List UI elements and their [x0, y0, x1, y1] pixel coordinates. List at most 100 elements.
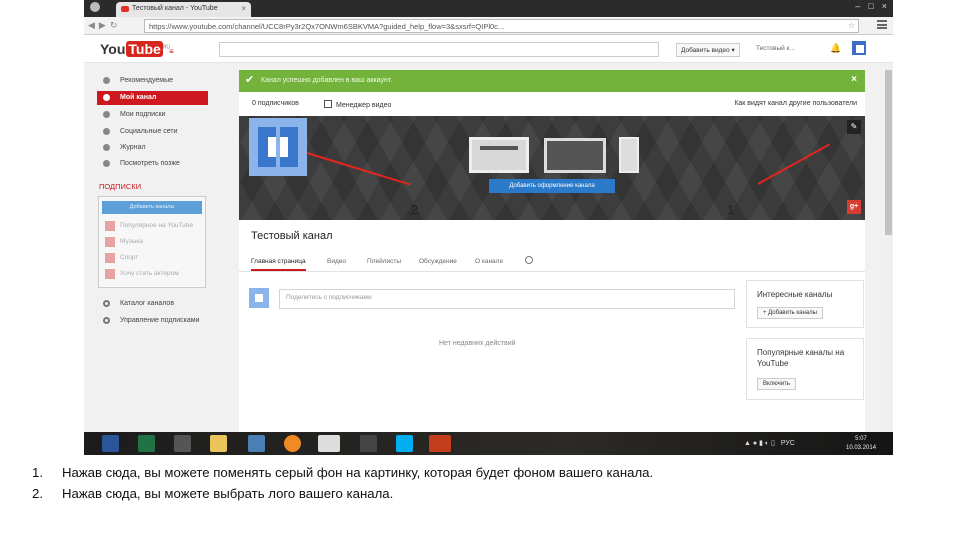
annotation-number-1: 1 — [727, 202, 735, 217]
profile-icon[interactable] — [90, 2, 100, 12]
caption-text: Нажав сюда, вы можете поменять серый фон… — [62, 465, 654, 480]
add-featured-channels-button[interactable]: + Добавить каналы — [757, 307, 823, 319]
tray-up-icon[interactable]: ▲ — [744, 440, 751, 447]
minimize-button[interactable]: – — [855, 1, 860, 11]
annotation-arrow-2 — [306, 152, 411, 186]
address-toolbar: ◀▶↻ https://www.youtube.com/channel/UCC8… — [84, 17, 893, 35]
system-tray: ▲ ● ▮ ◐ ▯ РУС — [744, 439, 795, 447]
recommended-item[interactable]: Музыка — [105, 235, 205, 249]
tab-discussion[interactable]: Обсуждение — [419, 258, 457, 265]
recommended-item[interactable]: Хочу стать актером — [105, 267, 205, 281]
caption-item: 2. Нажав сюда, вы можете выбрать лого ва… — [32, 483, 932, 504]
recommended-item[interactable]: Популярное на YouTube — [105, 219, 205, 233]
channel-thumb-icon — [105, 221, 115, 231]
view-as-link[interactable]: Как видят канал другие пользователи — [734, 100, 857, 107]
add-channels-button[interactable]: Добавить каналы — [102, 201, 202, 214]
channel-logo[interactable] — [249, 118, 307, 176]
page-scrollbar[interactable] — [884, 64, 893, 432]
skype-icon[interactable] — [396, 435, 413, 452]
search-input[interactable] — [219, 42, 659, 57]
channel-search-icon[interactable] — [525, 256, 533, 264]
address-input[interactable]: https://www.youtube.com/channel/UCC8rPy3… — [144, 19, 859, 33]
youtube-favicon-icon — [121, 6, 129, 12]
manage-icon — [103, 317, 110, 324]
subscriber-count[interactable]: 0 подписчиков — [252, 100, 299, 107]
guide-item-catalog[interactable]: Каталог каналов — [97, 297, 208, 311]
guide-menu-button[interactable]: ≡ — [169, 47, 174, 56]
browser-tab[interactable]: Тестовый канал - YouTube × — [116, 2, 251, 17]
network-icon[interactable] — [248, 435, 265, 452]
powerpoint-icon[interactable] — [429, 435, 451, 452]
recommended-item[interactable]: Спорт — [105, 251, 205, 265]
tab-close-icon[interactable]: × — [241, 4, 246, 13]
account-avatar[interactable] — [852, 41, 866, 55]
channel-title: Тестовый канал — [251, 230, 333, 242]
maximize-button[interactable]: □ — [868, 1, 873, 11]
chrome-menu-icon[interactable] — [877, 20, 887, 29]
check-icon: ✔ — [245, 74, 255, 86]
tray-icons[interactable]: ● ▮ ◐ ▯ — [753, 440, 777, 447]
add-channel-art-button[interactable]: Добавить оформление канала — [489, 179, 615, 193]
explorer-icon[interactable] — [210, 435, 227, 452]
upload-button[interactable]: Добавить видео ▾ — [676, 43, 740, 57]
notice-text: Канал успешно добавлен в ваш аккаунт. — [261, 77, 393, 84]
close-window-button[interactable]: × — [882, 1, 887, 11]
guide-item-social[interactable]: Социальные сети — [97, 125, 208, 139]
annotation-arrow-1 — [757, 143, 831, 185]
tab-about[interactable]: О канале — [475, 258, 503, 265]
guide-item-subscriptions[interactable]: Мои подписки — [97, 108, 208, 122]
address-text: https://www.youtube.com/channel/UCC8rPy3… — [149, 22, 505, 31]
edit-banner-icon[interactable]: ✎ — [847, 120, 861, 134]
guide-item-manage-subscriptions[interactable]: Управление подписками — [97, 314, 208, 328]
phone-icon — [619, 137, 639, 173]
youtube-header: You Tube RU ≡ Добавить видео ▾ Тестовый к.… — [84, 35, 893, 63]
social-icon — [103, 128, 110, 135]
language-indicator[interactable]: РУС — [781, 440, 795, 447]
featured-channels-title: Интересные каналы — [757, 290, 833, 299]
watch-later-icon — [103, 160, 110, 167]
tab-title: Тестовый канал - YouTube — [132, 5, 218, 12]
share-avatar — [249, 288, 269, 308]
windows-taskbar: ▲ ● ▮ ◐ ▯ РУС 5:07 10.03.2014 — [84, 432, 893, 455]
youtube-logo[interactable]: You Tube RU — [100, 41, 170, 57]
taskbar-clock[interactable]: 5:07 10.03.2014 — [846, 435, 876, 453]
guide-item-history[interactable]: Журнал — [97, 141, 208, 155]
subscriptions-heading: ПОДПИСКИ — [99, 182, 142, 191]
scrollbar-thumb[interactable] — [885, 70, 892, 235]
catalog-icon — [103, 300, 110, 307]
subscriptions-icon — [103, 111, 110, 118]
nav-buttons[interactable]: ◀▶↻ — [88, 20, 121, 31]
caption-text: Нажав сюда, вы можете выбрать лого вашег… — [62, 486, 394, 501]
video-manager-link[interactable]: Менеджер видео — [324, 100, 391, 109]
word-icon[interactable] — [102, 435, 119, 452]
logo-placeholder-icon — [258, 127, 298, 167]
excel-icon[interactable] — [138, 435, 155, 452]
close-notice-icon[interactable]: × — [851, 74, 857, 85]
subscriptions-box: Добавить каналы Популярное на YouTube Му… — [98, 196, 206, 288]
avast-icon[interactable] — [284, 435, 301, 452]
tab-videos[interactable]: Видео — [327, 258, 346, 265]
channel-stats-bar: 0 подписчиков Менеджер видео Как видят к… — [239, 92, 865, 116]
tab-playlists[interactable]: Плейлисты — [367, 258, 401, 265]
guide-item-watch-later[interactable]: Посмотреть позже — [97, 157, 208, 171]
guide-item-my-channel[interactable]: Мой канал — [97, 91, 208, 105]
clock-date: 10.03.2014 — [846, 445, 877, 451]
history-icon — [103, 144, 110, 151]
apps-icon[interactable] — [174, 435, 191, 452]
account-name[interactable]: Тестовый к... — [756, 45, 795, 52]
enable-popular-button[interactable]: Включить — [757, 378, 796, 390]
inkscape-icon[interactable] — [360, 435, 377, 452]
bookmark-star-icon[interactable]: ☆ — [848, 21, 855, 30]
chrome-icon[interactable] — [318, 435, 340, 452]
google-plus-icon[interactable]: g+ — [847, 200, 861, 214]
browser-tabstrip: Тестовый канал - YouTube × – □ × — [84, 0, 893, 17]
caption-number: 2. — [32, 486, 43, 501]
share-input[interactable]: Поделитесь с подписчиками — [279, 289, 735, 309]
window-controls: – □ × — [855, 1, 887, 11]
notifications-bell-icon[interactable]: 🔔 — [830, 43, 841, 54]
channel-banner: Добавить оформление канала ✎ g+ 2 1 — [239, 116, 865, 220]
tab-home[interactable]: Главная страница — [251, 258, 306, 271]
channel-thumb-icon — [105, 253, 115, 263]
channel-thumb-icon — [105, 237, 115, 247]
guide-item-recommended[interactable]: Рекомендуемые — [97, 74, 208, 88]
